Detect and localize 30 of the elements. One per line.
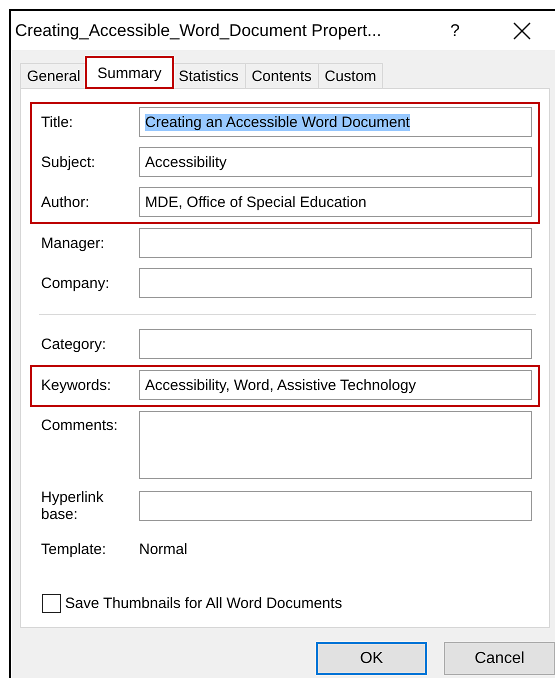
field-label: Category: (41, 336, 108, 352)
field-label: Keywords: (41, 376, 112, 394)
field-label: Title: (41, 114, 74, 130)
input-field[interactable] (139, 228, 532, 258)
input-field[interactable] (139, 491, 532, 521)
field-label: Manager: (41, 234, 106, 252)
input-field[interactable]: Accessibility (139, 147, 532, 177)
checkbox[interactable] (42, 594, 61, 613)
dialog-button[interactable]: Cancel (444, 642, 555, 675)
input-field[interactable]: Creating an Accessible Word Document (139, 107, 532, 137)
input-field[interactable] (139, 329, 532, 359)
field-value: Normal (139, 540, 188, 560)
field-label: Subject: (41, 154, 96, 170)
input-field[interactable]: MDE, Office of Special Education (139, 187, 532, 217)
field-label: Comments: (41, 416, 119, 434)
input-field[interactable]: Accessibility, Word, Assistive Technology (139, 370, 532, 400)
field-label: Company: (41, 274, 110, 292)
tab[interactable]: General (20, 63, 88, 88)
tab[interactable]: Summary (86, 57, 173, 88)
window-title: Creating_Accessible_Word_Document Propert... (15, 20, 382, 40)
help-button[interactable]: ? (435, 20, 475, 40)
tab[interactable]: Custom (318, 63, 384, 88)
field-label: Author: (41, 194, 90, 210)
input-field[interactable] (139, 268, 532, 298)
text-area[interactable] (139, 411, 532, 479)
close-icon[interactable] (513, 22, 531, 40)
dialog-button[interactable]: OK (316, 642, 427, 675)
field-label: Template: (41, 541, 108, 558)
checkbox-label: Save Thumbnails for All Word Documents (65, 595, 342, 612)
field-label: Hyperlink base: (41, 489, 105, 523)
